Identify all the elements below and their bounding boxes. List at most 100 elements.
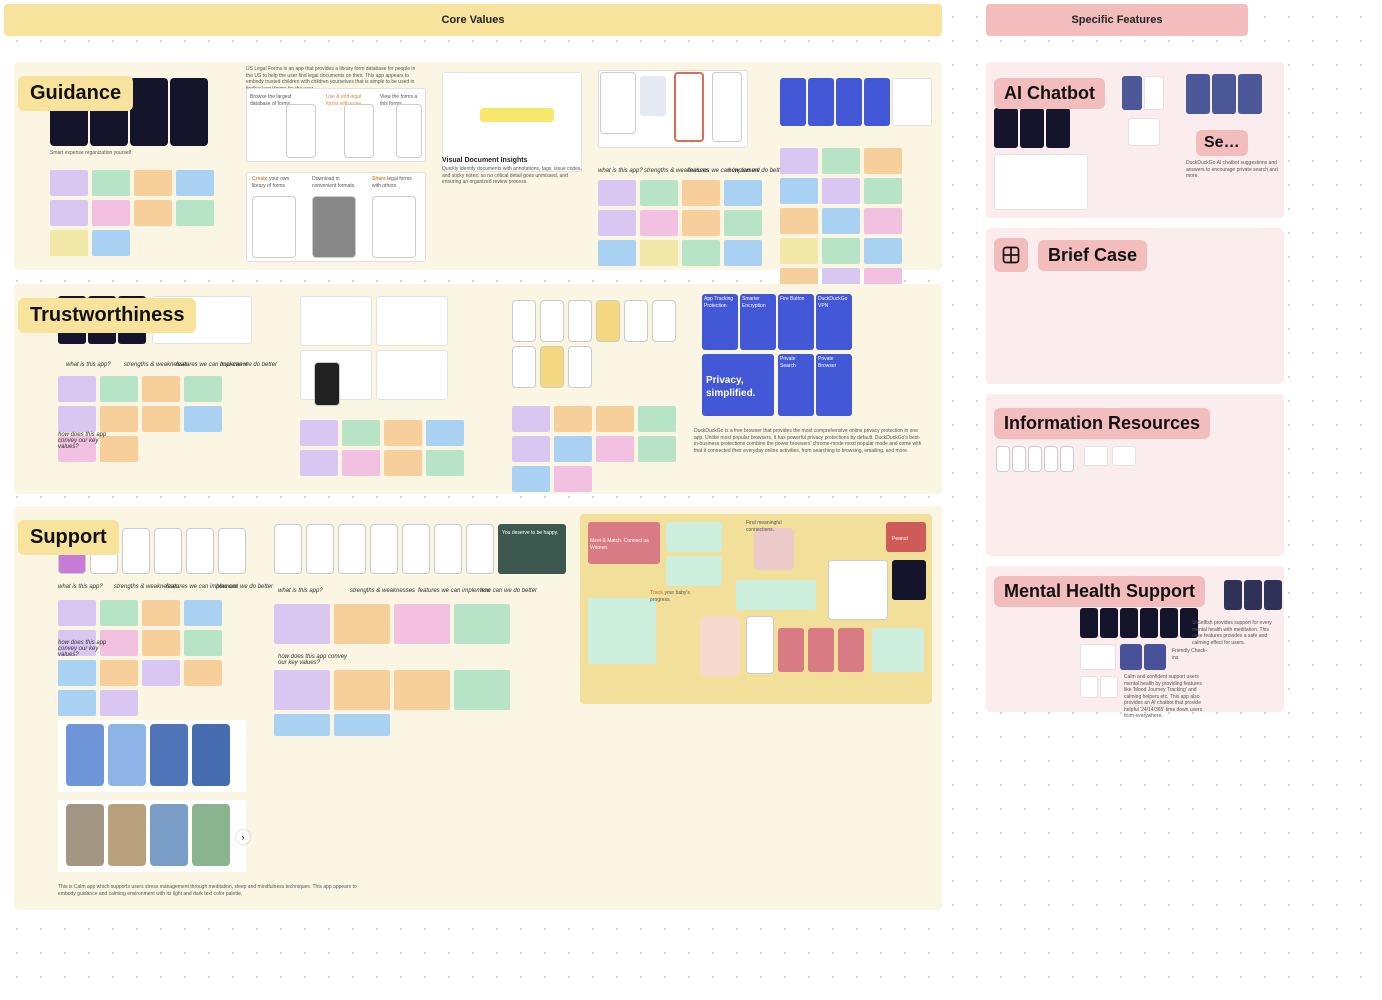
mental-icon-2	[1100, 676, 1118, 698]
trust-y-6	[652, 300, 676, 342]
info-p-4	[1044, 446, 1058, 472]
grid-icon[interactable]	[994, 238, 1028, 272]
mental-icon-1	[1080, 676, 1098, 698]
trust-tag[interactable]: Trustworthiness	[18, 298, 196, 333]
g-phone-2	[674, 72, 704, 142]
trust-doc-2	[376, 296, 448, 346]
chatbot-blue-1	[1122, 76, 1142, 110]
peanut-app-3	[808, 628, 834, 672]
browse-phone-2	[344, 104, 374, 158]
guidance-notes-3	[780, 148, 938, 294]
mental-d-5	[1160, 608, 1178, 638]
chatbot-tag[interactable]: AI Chatbot	[994, 78, 1105, 109]
calm-next-icon[interactable]: ›	[236, 830, 250, 844]
sup2-phone-6	[434, 524, 462, 574]
chatbot-blue-4	[1238, 74, 1262, 114]
trust-y-3	[568, 300, 592, 342]
g-better: how can we do better	[728, 168, 785, 174]
mental-point: Calm and confident support users mental …	[1124, 674, 1210, 720]
support-tag[interactable]: Support	[18, 520, 119, 555]
guidance-mock-4	[170, 78, 208, 146]
share-label: Share legal forms with others	[372, 176, 420, 189]
chatbot-blue-3	[1212, 74, 1236, 114]
browse-phone-3	[396, 104, 422, 158]
mental-card-3	[1144, 644, 1166, 670]
happy-label: You deserve to be happy.	[502, 530, 562, 537]
priv-t1: App Tracking Protection	[704, 296, 736, 309]
mental-d-8	[1244, 580, 1262, 610]
create-label: Create your own library of forms	[252, 176, 300, 189]
peanut-app-4	[838, 628, 864, 672]
peanut-note-1	[666, 522, 722, 552]
guidance-tag[interactable]: Guidance	[18, 76, 133, 111]
info-thumb-2	[1112, 446, 1136, 466]
trust-doc-1	[300, 296, 372, 346]
chatbot-dark-1	[994, 108, 1018, 148]
peanut-chat	[828, 560, 888, 620]
info-tag[interactable]: Information Resources	[994, 408, 1210, 439]
calm-3	[150, 724, 188, 786]
guidance-blue-1	[780, 78, 806, 126]
peanut-text-card	[588, 598, 656, 664]
mental-tag[interactable]: Mental Health Support	[994, 576, 1205, 607]
guidance-mock-3	[130, 78, 168, 146]
mental-card-1	[1080, 644, 1116, 670]
priv-t5: Private Search	[780, 356, 812, 369]
trust-phone	[314, 362, 340, 406]
guidance-blue-2	[808, 78, 834, 126]
peanut-connections: Find meaningful connections.	[746, 520, 806, 533]
se-truncated-tag[interactable]: Se…	[1196, 130, 1248, 156]
peanut-app-1	[746, 616, 774, 674]
calm-4	[192, 724, 230, 786]
peanut-badge	[754, 528, 794, 570]
priv-t6: Private Browser	[818, 356, 850, 369]
mental-desc: SiiSelfish provides support for every me…	[1192, 620, 1280, 646]
chatbot-doc	[994, 154, 1088, 210]
g-phone-1	[600, 72, 636, 134]
mental-d-7	[1224, 580, 1242, 610]
info-p-3	[1028, 446, 1042, 472]
priv-t4: DuckDuckGo VPN	[818, 296, 850, 309]
track-title: Track your baby's progress.	[650, 590, 690, 603]
specific-features-header: Specific Features	[986, 4, 1248, 36]
sup2-phone-7	[466, 524, 494, 574]
s2-features: features we can implement	[418, 588, 490, 594]
calm-5	[66, 804, 104, 866]
chatbot-dark-3	[1046, 108, 1070, 148]
info-thumb-1	[1084, 446, 1108, 466]
s2-convey: how does this app convey our key values?	[278, 654, 348, 666]
mental-d-3	[1120, 608, 1138, 638]
browse-phone-1	[286, 104, 316, 158]
peanut-note-3	[736, 580, 816, 610]
briefcase-tag[interactable]: Brief Case	[1038, 240, 1147, 271]
sup2-phone-3	[338, 524, 366, 574]
guidance-notes-2	[598, 180, 762, 266]
t-convey: how does this app convey our key values?	[58, 432, 118, 450]
trust-notes-3	[512, 406, 682, 492]
s2-what: what is this app?	[278, 588, 323, 594]
g-phone-3	[712, 72, 742, 142]
info-p-2	[1012, 446, 1026, 472]
guidance-blue-3	[836, 78, 862, 126]
mental-d-4	[1140, 608, 1158, 638]
peanut-dark	[892, 560, 926, 600]
g-badge	[640, 76, 666, 116]
peanut-app-2	[778, 628, 804, 672]
doc-insights-desc: Quickly identify documents with annotati…	[442, 166, 582, 186]
doc-highlight	[480, 108, 554, 122]
trust-y-7	[512, 346, 536, 388]
mental-d-9	[1264, 580, 1282, 610]
support-notes-1b	[58, 660, 258, 716]
mental-friendly: Friendly Check-ins	[1172, 648, 1212, 661]
chatbot-white-2	[1128, 118, 1160, 146]
trust-y-5	[624, 300, 648, 342]
privacy-desc: DuckDuckGo is a free browser that provid…	[694, 428, 924, 454]
guidance-blue-4	[864, 78, 890, 126]
calm-2	[108, 724, 146, 786]
guidance-notes-1	[50, 170, 220, 256]
forms2-phone-3	[372, 196, 416, 258]
s-better: how can we do better	[216, 584, 273, 590]
forms2-phone-1	[252, 196, 296, 258]
core-values-header: Core Values	[4, 4, 942, 36]
s-convey: how does this app convey our key values?	[58, 640, 118, 658]
